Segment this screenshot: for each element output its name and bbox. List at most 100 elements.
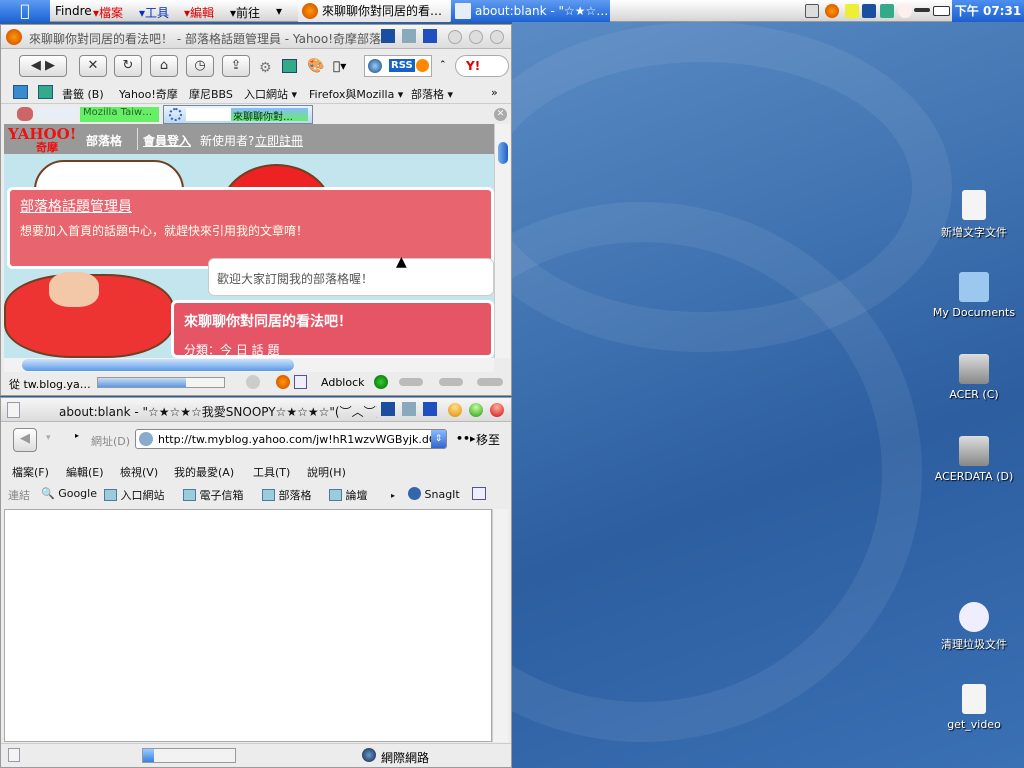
tab-mozilla-taiwan[interactable]: Mozilla Taiw…	[80, 107, 159, 122]
back-dropdown-icon[interactable]: ▾	[46, 433, 51, 443]
firefox-icon[interactable]	[825, 4, 839, 18]
vertical-scrollbar[interactable]	[492, 509, 508, 742]
keyboard-icon[interactable]	[805, 4, 819, 18]
clock[interactable]: 下午 07:31	[952, 0, 1024, 22]
adblock-button[interactable]: Adblock	[321, 376, 365, 389]
monitor-icon[interactable]	[862, 4, 876, 18]
bookmark-blog-folder[interactable]: 部落格 ▾	[411, 86, 453, 102]
desktop-icon-drive-c[interactable]: ACER (C)	[924, 354, 1024, 401]
blog-section-title[interactable]: 部落格	[86, 132, 122, 149]
tab-favicon[interactable]	[37, 107, 77, 121]
palette-icon[interactable]: 🎨	[307, 58, 324, 74]
tile-icon[interactable]	[381, 402, 395, 416]
search-input[interactable]: Y!	[455, 55, 509, 77]
bookmarks-menu[interactable]: 書籤 (B)	[62, 86, 104, 102]
bookmark-manager-icon[interactable]	[13, 85, 28, 99]
horizontal-scrollbar[interactable]	[4, 358, 494, 372]
menu-go[interactable]: ▾前往	[230, 4, 260, 21]
menu-help[interactable]: 說明(H)	[307, 464, 346, 480]
stop-button[interactable]: ✕	[79, 55, 107, 77]
address-input[interactable]: http://tw.myblog.yahoo.com/jw!hR1wzvWGBy…	[135, 429, 447, 449]
weather-icon[interactable]	[477, 378, 503, 386]
links-overflow-icon[interactable]: ▸	[391, 491, 395, 500]
mouse-icon[interactable]	[898, 4, 912, 18]
close-button[interactable]	[448, 30, 462, 44]
volume-icon[interactable]	[914, 8, 930, 12]
apple-menu-icon[interactable]: 	[0, 0, 50, 22]
sync-icon[interactable]	[38, 85, 53, 99]
go-button[interactable]: 移至	[476, 431, 500, 448]
notes-icon[interactable]	[294, 375, 307, 389]
reload-button[interactable]: ↻	[114, 55, 142, 77]
minimize-button[interactable]	[469, 30, 483, 44]
music-player-icon[interactable]	[246, 375, 260, 389]
close-button[interactable]	[490, 403, 504, 417]
desktop-icon-trash[interactable]: 清理垃圾文件	[924, 602, 1024, 652]
ie-titlebar[interactable]: about:blank - "☆★☆★☆我愛SNOOPY☆★☆★☆"(︶︿︶)_…	[1, 398, 511, 422]
link-email[interactable]: 電子信箱	[183, 487, 244, 503]
desktop-icon-drive-d[interactable]: ACERDATA (D)	[924, 436, 1024, 483]
timer-button[interactable]: ◷	[186, 55, 214, 77]
feed-box[interactable]: RSS	[364, 55, 432, 77]
status-indicator-icon[interactable]	[374, 375, 388, 389]
minimize-button[interactable]	[448, 403, 462, 417]
bookmark-moni-bbs[interactable]: 摩尼BBS	[189, 86, 233, 102]
pin-icon[interactable]	[423, 29, 437, 43]
menu-edit[interactable]: 編輯(E)	[66, 464, 104, 480]
desktop-icon-text-file[interactable]: 新增文字文件	[924, 190, 1024, 240]
extension-icon[interactable]	[282, 59, 297, 73]
forward-button[interactable]: ▸	[75, 431, 79, 440]
vertical-scrollbar[interactable]	[494, 124, 510, 358]
menu-favorites[interactable]: 我的最愛(A)	[174, 464, 234, 480]
back-forward-button[interactable]: ◀ ▶	[19, 55, 67, 77]
bookmarks-overflow[interactable]: »	[491, 86, 498, 99]
chevron-up-icon[interactable]: ⌃	[439, 60, 447, 70]
weather-icon[interactable]	[439, 378, 463, 386]
link-google[interactable]: 🔍 Google	[41, 487, 97, 500]
link-forum[interactable]: 論壇	[329, 487, 368, 503]
tab-active-blog[interactable]: 來聊聊你對…	[163, 105, 313, 124]
menu-view[interactable]: 檢視(V)	[120, 464, 158, 480]
desktop-icon-my-documents[interactable]: My Documents	[924, 272, 1024, 319]
back-button[interactable]: ◀	[13, 428, 37, 452]
firefox-icon[interactable]	[276, 375, 290, 389]
post-title[interactable]: 來聊聊你對同居的看法吧！	[184, 311, 352, 331]
bookmark-portal-folder[interactable]: 入口網站 ▾	[244, 86, 297, 102]
snagit-capture-icon[interactable]	[472, 487, 486, 500]
tab-history-icon[interactable]	[17, 107, 33, 121]
firefox-titlebar[interactable]: 來聊聊你對同居的看法吧！ - 部落格話題管理員 - Yahoo!奇摩部落格 - …	[1, 25, 511, 49]
apple-dropdown-icon[interactable]: ▾	[333, 59, 346, 73]
close-tab-icon[interactable]: ✕	[494, 108, 507, 121]
menu-findre[interactable]: Findre	[55, 4, 92, 18]
gear-icon[interactable]: ⚙	[259, 60, 272, 76]
task-firefox[interactable]: 來聊聊你對同居的看…	[298, 0, 450, 22]
scrollbar-thumb[interactable]	[498, 142, 508, 164]
scrollbar-thumb[interactable]	[22, 359, 294, 371]
home-button[interactable]: ⌂	[150, 55, 178, 77]
zoom-button[interactable]	[469, 403, 483, 417]
task-ie[interactable]: about:blank - "☆★☆…	[451, 0, 610, 22]
address-dropdown-icon[interactable]: ⇕	[431, 430, 446, 448]
pin-icon[interactable]	[423, 402, 437, 416]
screen-icon[interactable]	[402, 29, 416, 43]
menu-more[interactable]: ▾	[276, 4, 282, 18]
menu-tools[interactable]: ▾工具	[139, 4, 169, 21]
topic-manager-link[interactable]: 部落格話題管理員	[20, 196, 132, 216]
login-link[interactable]: 會員登入	[143, 132, 191, 149]
bookmark-firefox-folder[interactable]: Firefox與Mozilla ▾	[309, 86, 403, 102]
network-icon[interactable]	[880, 4, 894, 18]
download-button[interactable]: ⇪	[222, 55, 250, 77]
desktop-icon-get-video[interactable]: get_video	[924, 684, 1024, 731]
link-portal[interactable]: 入口網站	[104, 487, 165, 503]
bookmark-yahoo[interactable]: Yahoo!奇摩	[119, 86, 178, 102]
go-arrow-icon[interactable]: ••▸	[456, 432, 476, 445]
battery-icon[interactable]	[933, 6, 950, 16]
menu-file[interactable]: ▾檔案	[93, 4, 123, 21]
link-blog[interactable]: 部落格	[262, 487, 312, 503]
tile-icon[interactable]	[381, 29, 395, 43]
menu-tools[interactable]: 工具(T)	[253, 464, 290, 480]
register-link[interactable]: 立即註冊	[255, 132, 303, 149]
weather-icon[interactable]	[399, 378, 423, 386]
menu-file[interactable]: 檔案(F)	[12, 464, 49, 480]
menu-edit[interactable]: ▾編輯	[184, 4, 214, 21]
